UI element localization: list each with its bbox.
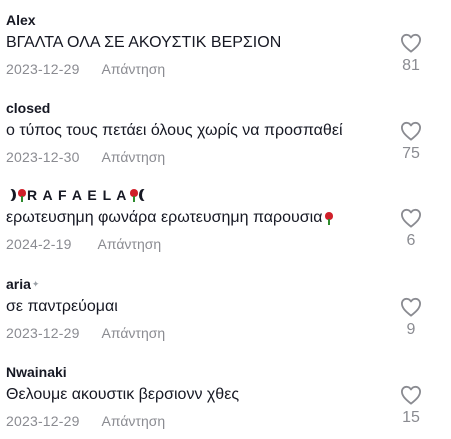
comment-date: 2023-12-29 bbox=[6, 61, 80, 77]
comment-date: 2023-12-29 bbox=[6, 413, 80, 429]
reply-button[interactable]: Απάντηση bbox=[98, 236, 162, 252]
comment-text: Θελουμε ακουστικ βερσιονν χθες bbox=[6, 386, 240, 403]
comment-username[interactable]: Alex bbox=[6, 12, 36, 28]
like-button[interactable]: 15 bbox=[395, 385, 427, 431]
comment-text: σε παντρεύομαι bbox=[6, 298, 118, 315]
like-count: 75 bbox=[402, 145, 420, 162]
username-text[interactable]: closed bbox=[6, 100, 50, 116]
like-count: 81 bbox=[402, 57, 420, 74]
sparkle-icon: ✦ bbox=[31, 279, 40, 289]
like-button[interactable]: 9 bbox=[395, 297, 427, 343]
like-button[interactable]: 81 bbox=[395, 33, 427, 79]
comment-meta: 2023-12-29 Απάντηση bbox=[6, 325, 165, 341]
comment-meta: 2023-12-29 Απάντηση bbox=[6, 413, 165, 429]
comment-item: aria ✦ σε παντρεύομαι 2023-12-29 Απάντησ… bbox=[0, 264, 451, 350]
comment-date: 2023-12-29 bbox=[6, 325, 80, 341]
reply-button[interactable]: Απάντηση bbox=[102, 61, 166, 77]
heart-outline-icon[interactable] bbox=[400, 33, 422, 53]
comment-item: closed ο τύπος τους πετάει όλους χωρίς ν… bbox=[0, 88, 451, 174]
comment-date: 2024-2-19 bbox=[6, 236, 72, 252]
rose-icon bbox=[324, 211, 334, 225]
comment-item: R A F A E L A ερωτευσημη φωνάρα ερωτευση… bbox=[0, 175, 451, 261]
comment-text-content: ερωτευσημη φωνάρα ερωτευσημη παρουσια bbox=[6, 209, 323, 226]
comment-username[interactable]: R A F A E L A bbox=[6, 187, 150, 203]
heart-outline-icon[interactable] bbox=[400, 121, 422, 141]
reply-button[interactable]: Απάντηση bbox=[102, 413, 166, 429]
username-text[interactable]: R A F A E L A bbox=[27, 187, 127, 203]
comment-meta: 2023-12-30 Απάντηση bbox=[6, 149, 165, 165]
like-count: 6 bbox=[406, 232, 416, 249]
rose-icon bbox=[129, 188, 139, 202]
comment-text: ο τύπος τους πετάει όλους χωρίς να προσπ… bbox=[6, 122, 343, 139]
heart-outline-icon[interactable] bbox=[400, 208, 422, 228]
like-count: 15 bbox=[402, 409, 420, 426]
moon-icon bbox=[142, 189, 150, 201]
comment-meta: 2023-12-29 Απάντηση bbox=[6, 61, 165, 77]
comment-item: Alex ΒΓΑΛΤΑ ΟΛΑ ΣΕ ΑΚΟΥΣΤΙΚ ΒΕΡΣΙΟΝ 2023… bbox=[0, 0, 451, 86]
reply-button[interactable]: Απάντηση bbox=[102, 149, 166, 165]
rose-icon bbox=[17, 188, 27, 202]
comment-text: ερωτευσημη φωνάρα ερωτευσημη παρουσια bbox=[6, 208, 334, 228]
moon-icon bbox=[5, 189, 13, 201]
username-text[interactable]: aria bbox=[6, 276, 31, 292]
heart-outline-icon[interactable] bbox=[400, 297, 422, 317]
comment-text: ΒΓΑΛΤΑ ΟΛΑ ΣΕ ΑΚΟΥΣΤΙΚ ΒΕΡΣΙΟΝ bbox=[6, 34, 282, 51]
comment-username[interactable]: closed bbox=[6, 100, 50, 116]
comment-username[interactable]: Nwainaki bbox=[6, 364, 67, 380]
comment-date: 2023-12-30 bbox=[6, 149, 80, 165]
comment-item: Nwainaki Θελουμε ακουστικ βερσιονν χθες … bbox=[0, 352, 451, 438]
like-button[interactable]: 75 bbox=[395, 121, 427, 167]
username-text[interactable]: Alex bbox=[6, 12, 36, 28]
like-count: 9 bbox=[406, 321, 416, 338]
username-text[interactable]: Nwainaki bbox=[6, 364, 67, 380]
reply-button[interactable]: Απάντηση bbox=[102, 325, 166, 341]
like-button[interactable]: 6 bbox=[395, 208, 427, 254]
comment-meta: 2024-2-19 Απάντηση bbox=[6, 236, 161, 252]
comment-username[interactable]: aria ✦ bbox=[6, 276, 39, 292]
heart-outline-icon[interactable] bbox=[400, 385, 422, 405]
